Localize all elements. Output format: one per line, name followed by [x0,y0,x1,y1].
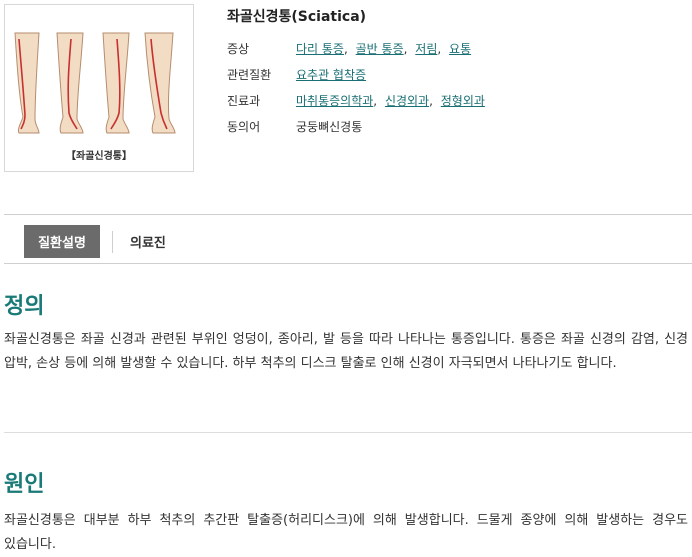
tab-disease-description[interactable]: 질환설명 [24,225,100,258]
symptom-label: 증상 [227,42,250,56]
cause-heading: 원인 [4,472,45,497]
comma-separator: , [437,42,442,56]
symptom-link[interactable]: 다리 통증 [296,42,344,56]
disease-illustration: 【좌골신경통】 [4,4,194,172]
definition-heading: 정의 [4,294,45,319]
disease-title: 좌골신경통(Sciatica) [227,9,367,25]
definition-text: 좌골신경통은 좌골 신경과 관련된 부위인 엉덩이, 종아리, 발 등을 따라 … [4,332,688,371]
tab-divider [112,231,113,253]
symptom-link[interactable]: 저림 [415,42,437,56]
symptom-row: 증상 다리 통증, 골반 통증, 저림, 요통 [227,40,485,66]
illustration-caption: 【좌골신경통】 [66,151,132,162]
symptom-link[interactable]: 요통 [449,42,471,56]
related-links: 요추관 협착증 [296,66,366,83]
department-row: 진료과 마취통증의학과, 신경외과, 정형외과 [227,92,485,118]
symptom-links: 다리 통증, 골반 통증, 저림, 요통 [296,40,471,57]
disease-info-table: 증상 다리 통증, 골반 통증, 저림, 요통 관련질환 요추관 협착증 진료과… [227,40,485,144]
synonym-label: 동의어 [227,120,261,134]
department-link[interactable]: 마취통증의학과 [296,94,373,108]
cause-text: 좌골신경통은 대부분 하부 척추의 추간판 탈출증(허리디스크)에 의해 발생합… [4,513,688,552]
content-tabs: 질환설명 의료진 [4,214,692,264]
comma-separator: , [403,42,408,56]
department-links: 마취통증의학과, 신경외과, 정형외과 [296,92,485,109]
synonym-row: 동의어 궁둥뼈신경통 [227,118,485,144]
comma-separator: , [343,42,348,56]
department-link[interactable]: 신경외과 [385,94,429,108]
tab-medical-staff[interactable]: 의료진 [130,225,166,258]
legs-illustration [14,32,176,134]
comma-separator: , [373,94,378,108]
comma-separator: , [429,94,433,108]
related-disease-link[interactable]: 요추관 협착증 [296,68,366,82]
symptom-link[interactable]: 골반 통증 [356,42,404,56]
section-divider [4,432,692,433]
related-label: 관련질환 [227,68,272,82]
department-label: 진료과 [227,94,261,108]
synonym-value: 궁둥뼈신경통 [296,120,363,134]
related-row: 관련질환 요추관 협착증 [227,66,485,92]
department-link[interactable]: 정형외과 [441,94,485,108]
